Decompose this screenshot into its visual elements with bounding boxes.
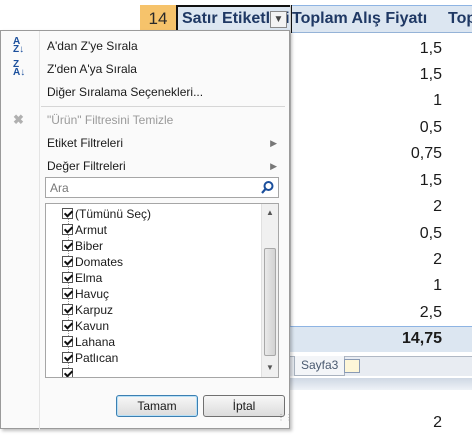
checkbox-checked-icon[interactable] xyxy=(62,352,73,363)
value-cell[interactable]: 1,5 xyxy=(300,172,442,190)
checkbox-checked-icon[interactable] xyxy=(62,240,73,251)
list-item-partial[interactable] xyxy=(62,366,75,377)
clear-filter-label: "Ürün" Filtresini Temizle xyxy=(47,113,174,127)
list-item-label: Kavun xyxy=(75,319,110,333)
value-cell[interactable]: 1 xyxy=(300,277,442,295)
scroll-down-arrow-icon[interactable]: ▼ xyxy=(265,363,275,373)
list-item-label: Domates xyxy=(75,255,124,269)
list-item[interactable]: Biber xyxy=(62,238,103,254)
sort-a-to-z-label: A'dan Z'ye Sırala xyxy=(47,39,138,53)
column-gridline xyxy=(290,5,291,350)
filter-dropdown-button[interactable]: ▼ xyxy=(270,11,287,28)
checkbox-checked-icon[interactable] xyxy=(62,208,73,219)
checkbox-checked-icon[interactable] xyxy=(62,288,73,299)
checkbox-checked-icon[interactable] xyxy=(62,272,73,283)
list-item[interactable]: Patlıcan xyxy=(62,350,118,366)
value-cell[interactable]: 1,5 xyxy=(300,40,442,58)
clear-filter-icon: ✖ xyxy=(13,112,24,127)
value-cell[interactable]: 0,5 xyxy=(300,119,442,137)
menu-separator xyxy=(41,106,285,107)
submenu-arrow-icon: ▶ xyxy=(270,138,277,148)
list-item[interactable]: Lahana xyxy=(62,334,115,350)
insert-sheet-icon[interactable] xyxy=(344,359,360,373)
list-item[interactable]: Karpuz xyxy=(62,302,113,318)
value-cell[interactable]: 0,5 xyxy=(300,225,442,243)
window-bottom-edge xyxy=(286,378,472,390)
more-sort-options-label: Diğer Sıralama Seçenekleri... xyxy=(47,85,204,99)
scrollbar-thumb[interactable] xyxy=(264,248,276,356)
search-input[interactable]: Ara xyxy=(45,177,279,198)
list-item[interactable]: Elma xyxy=(62,270,102,286)
list-item[interactable]: Domates xyxy=(62,254,123,270)
value-cell[interactable]: 1 xyxy=(300,92,442,110)
list-item-label: Biber xyxy=(75,239,104,253)
checkbox-checked-icon[interactable] xyxy=(62,320,73,331)
grand-total-cell[interactable]: 14,75 xyxy=(300,330,442,348)
checkbox-checked-icon[interactable] xyxy=(62,336,73,347)
cancel-button[interactable]: İptal xyxy=(203,395,285,417)
search-icon[interactable] xyxy=(260,180,275,195)
list-item-label: Karpuz xyxy=(75,303,114,317)
sort-ascending-icon: A Z↓ xyxy=(13,36,25,55)
sheet-tab-sayfa3[interactable]: Sayfa3 xyxy=(294,356,346,376)
value-cell[interactable]: 2 xyxy=(300,198,442,216)
search-placeholder: Ara xyxy=(50,181,69,195)
value-cell[interactable]: 0,75 xyxy=(300,145,442,163)
list-item-label: Lahana xyxy=(75,335,116,349)
value-filters-label: Değer Filtreleri xyxy=(47,159,126,173)
list-item-label: Patlıcan xyxy=(75,351,119,365)
filter-dropdown-menu: A Z↓ A'dan Z'ye Sırala Z A↓ Z'den A'ya Sır… xyxy=(0,30,293,430)
list-item[interactable]: Havuç xyxy=(62,286,109,302)
total-purchase-price-header[interactable]: Toplam Alış Fiyatı xyxy=(292,5,427,33)
label-filters-label: Etiket Filtreleri xyxy=(47,136,124,150)
submenu-arrow-icon: ▶ xyxy=(270,161,277,171)
checkbox-checked-icon[interactable] xyxy=(62,224,73,235)
list-item-label: (Tümünü Seç) xyxy=(75,207,152,221)
list-item-label: Elma xyxy=(75,271,103,285)
list-item-label: Havuç xyxy=(75,287,110,301)
list-item-label: Armut xyxy=(75,223,108,237)
value-cell[interactable]: 2 xyxy=(300,251,442,269)
list-item[interactable]: Kavun xyxy=(62,318,109,334)
filter-checkbox-list[interactable]: (Tümünü Seç) Armut Biber Domates Elma Ha… xyxy=(45,203,279,378)
sort-a-to-z-item[interactable]: A Z↓ A'dan Z'ye Sırala xyxy=(1,35,289,57)
resize-grip-icon[interactable]: ⋮⋮ xyxy=(277,414,293,426)
checkbox-checked-icon[interactable] xyxy=(62,304,73,315)
scroll-up-arrow-icon[interactable]: ▲ xyxy=(265,208,275,218)
list-item[interactable]: Armut xyxy=(62,222,107,238)
value-cell[interactable]: 2 xyxy=(300,414,442,432)
partial-column-header[interactable]: Top xyxy=(448,5,472,33)
checkbox-checked-icon[interactable] xyxy=(62,368,73,377)
sort-z-to-a-item[interactable]: Z A↓ Z'den A'ya Sırala xyxy=(1,58,289,80)
label-filters-item[interactable]: Etiket Filtreleri ▶ xyxy=(1,132,289,154)
clear-filter-item: ✖ "Ürün" Filtresini Temizle xyxy=(1,109,289,131)
value-filters-item[interactable]: Değer Filtreleri ▶ xyxy=(1,155,289,177)
sort-z-to-a-label: Z'den A'ya Sırala xyxy=(47,62,137,76)
list-item-select-all[interactable]: (Tümünü Seç) xyxy=(62,206,151,222)
checkbox-checked-icon[interactable] xyxy=(62,256,73,267)
value-cell[interactable]: 2,5 xyxy=(300,304,442,322)
ok-button[interactable]: Tamam xyxy=(116,395,198,417)
list-scrollbar[interactable]: ▲ ▼ xyxy=(261,204,278,377)
row-number[interactable]: 14 xyxy=(140,5,176,33)
sort-descending-icon: Z A↓ xyxy=(13,59,26,78)
more-sort-options-item[interactable]: Diğer Sıralama Seçenekleri... xyxy=(1,81,289,103)
value-cell[interactable]: 1,5 xyxy=(300,66,442,84)
